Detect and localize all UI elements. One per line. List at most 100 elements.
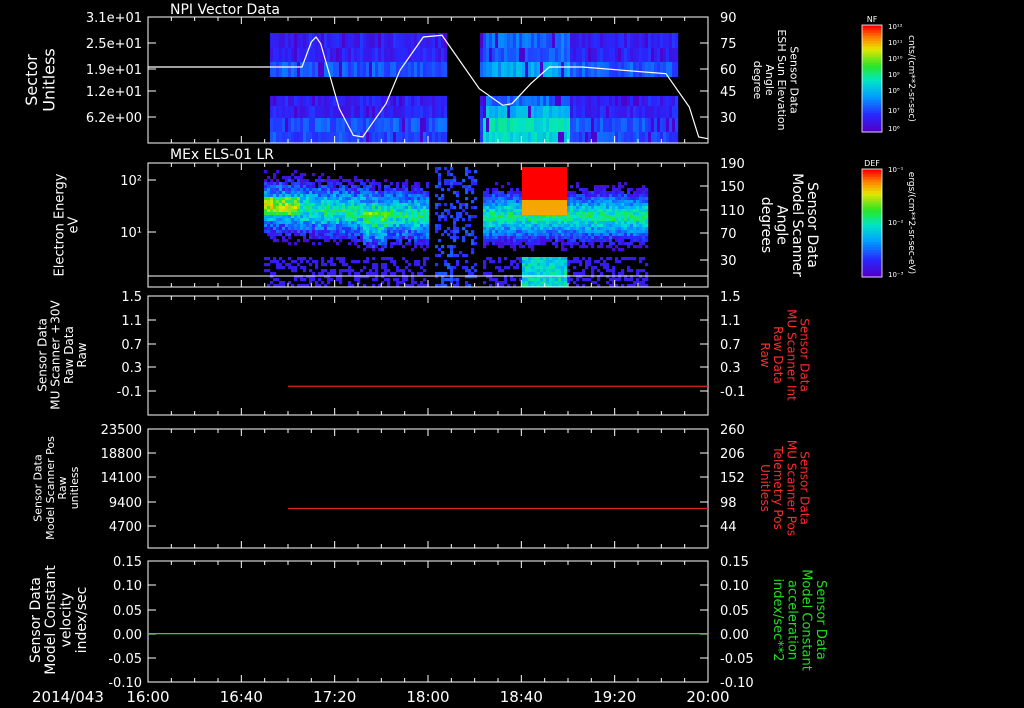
spectrogram-cell xyxy=(510,278,514,282)
spectrogram-cell xyxy=(600,132,604,143)
spectrogram-cell xyxy=(273,260,277,264)
spectrogram-cell xyxy=(597,106,601,118)
spectrogram-cell xyxy=(516,221,520,225)
spectrogram-cell xyxy=(378,194,382,198)
spectrogram-cell xyxy=(354,212,358,216)
spectrogram-cell xyxy=(486,209,490,213)
spectrogram-cell xyxy=(312,230,316,234)
spectrogram-cell xyxy=(459,206,463,210)
spectrogram-cell xyxy=(342,203,346,207)
spectrogram-cell xyxy=(555,173,559,177)
spectrogram-cell xyxy=(435,206,439,210)
spectrogram-cell xyxy=(426,218,430,222)
spectrogram-cell xyxy=(423,33,427,48)
spectrogram-cell xyxy=(612,224,616,228)
spectrogram-cell xyxy=(354,227,358,231)
spectrogram-cell xyxy=(423,200,427,204)
spectrogram-cell xyxy=(444,218,448,222)
spectrogram-cell xyxy=(312,209,316,213)
spectrogram-cell xyxy=(366,106,370,118)
y-tick-label: 9400 xyxy=(109,496,142,511)
spectrogram-cell xyxy=(273,230,277,234)
spectrogram-cell xyxy=(639,132,643,143)
spectrogram-cell xyxy=(330,236,334,240)
spectrogram-cell xyxy=(363,197,367,201)
spectrogram-cell xyxy=(462,266,466,270)
spectrogram-cell xyxy=(309,203,313,207)
spectrogram-cell xyxy=(294,118,298,132)
spectrogram-cell xyxy=(348,203,352,207)
spectrogram-cell xyxy=(375,263,379,267)
spectrogram-cell xyxy=(492,62,496,77)
spectrogram-cell xyxy=(618,197,622,201)
spectrogram-cell xyxy=(516,212,520,216)
spectrogram-cell xyxy=(612,203,616,207)
spectrogram-cell xyxy=(594,239,598,243)
spectrogram-cell xyxy=(450,182,454,186)
spectrogram-cell xyxy=(408,233,412,237)
spectrogram-cell xyxy=(543,179,547,183)
spectrogram-cell xyxy=(420,209,424,213)
spectrogram-cell xyxy=(273,173,277,177)
spectrogram-cell xyxy=(543,96,547,106)
spectrogram-cell xyxy=(612,236,616,240)
spectrogram-cell xyxy=(519,197,523,201)
spectrogram-cell xyxy=(660,106,664,118)
spectrogram-cell xyxy=(342,179,346,183)
spectrogram-cell xyxy=(306,275,310,279)
spectrogram-cell xyxy=(396,215,400,219)
spectrogram-cell xyxy=(576,200,580,204)
spectrogram-cell xyxy=(636,118,640,132)
spectrogram-cell xyxy=(324,132,328,143)
spectrogram-cell xyxy=(594,212,598,216)
spectrogram-cell xyxy=(645,197,649,201)
spectrogram-cell xyxy=(420,230,424,234)
spectrogram-cell xyxy=(273,203,277,207)
spectrogram-cell xyxy=(330,194,334,198)
spectrogram-cell xyxy=(546,263,550,267)
spectrogram-cell xyxy=(390,209,394,213)
spectrogram-cell xyxy=(501,230,505,234)
spectrogram-cell xyxy=(309,200,313,204)
spectrogram-cell xyxy=(528,197,532,201)
spectrogram-cell xyxy=(561,260,565,264)
spectrogram-cell xyxy=(492,203,496,207)
spectrogram-cell xyxy=(288,221,292,225)
spectrogram-cell xyxy=(654,33,658,48)
spectrogram-cell xyxy=(303,96,307,106)
spectrogram-cell xyxy=(270,191,274,195)
spectrogram-cell xyxy=(291,221,295,225)
spectrogram-cell xyxy=(492,188,496,192)
spectrogram-cell xyxy=(555,209,559,213)
spectrogram-cell xyxy=(603,218,607,222)
spectrogram-cell xyxy=(363,62,367,77)
spectrogram-cell xyxy=(402,194,406,198)
spectrogram-cell xyxy=(381,263,385,267)
spectrogram-cell xyxy=(438,96,442,106)
spectrogram-cell xyxy=(279,263,283,267)
spectrogram-cell xyxy=(456,191,460,195)
spectrogram-cell xyxy=(600,194,604,198)
spectrogram-cell xyxy=(405,33,409,48)
spectrogram-cell xyxy=(381,233,385,237)
spectrogram-cell xyxy=(441,132,445,143)
spectrogram-cell xyxy=(354,96,358,106)
spectrogram-cell xyxy=(324,224,328,228)
spectrogram-cell xyxy=(618,233,622,237)
spectrogram-cell xyxy=(615,191,619,195)
spectrogram-cell xyxy=(579,272,583,276)
spectrogram-cell xyxy=(417,215,421,219)
spectrogram-cell xyxy=(582,197,586,201)
spectrogram-cell xyxy=(651,48,655,62)
spectrogram-cell xyxy=(363,266,367,270)
spectrogram-cell xyxy=(294,176,298,180)
spectrogram-cell xyxy=(669,96,673,106)
spectrogram-cell xyxy=(327,179,331,183)
spectrogram-cell xyxy=(555,239,559,243)
spectrogram-cell xyxy=(363,191,367,195)
spectrogram-cell xyxy=(618,200,622,204)
spectrogram-cell xyxy=(507,266,511,270)
spectrogram-cell xyxy=(612,188,616,192)
spectrogram-cell xyxy=(354,224,358,228)
spectrogram-cell xyxy=(306,209,310,213)
